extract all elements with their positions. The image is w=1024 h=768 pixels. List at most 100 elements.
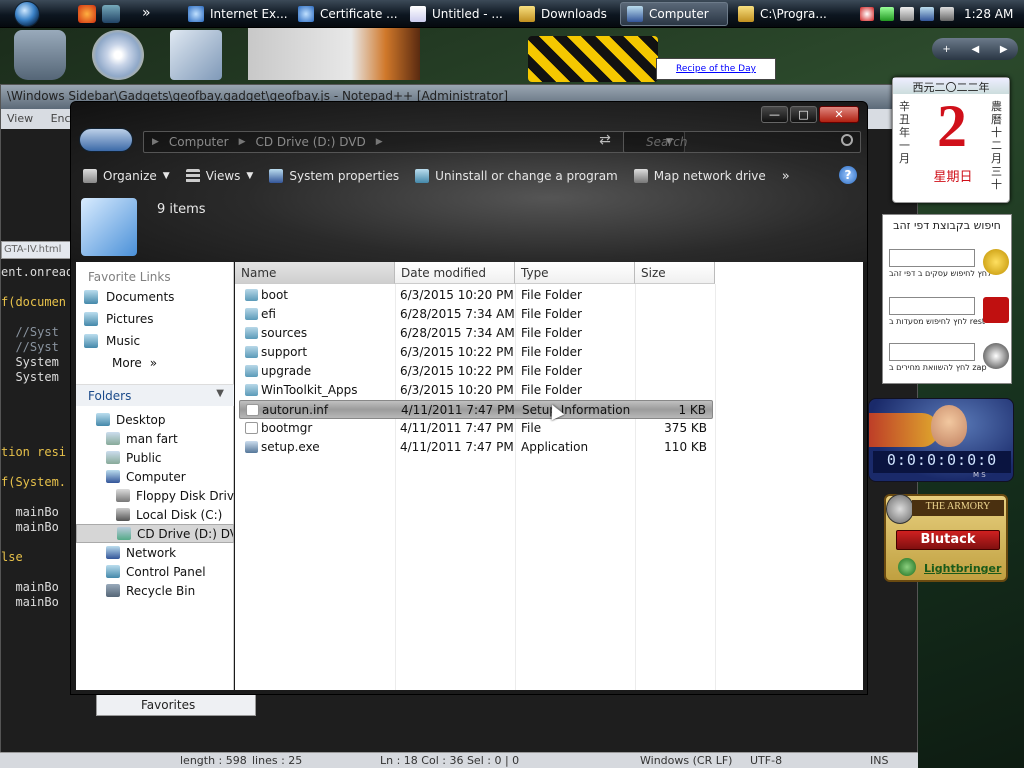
column-date-modified[interactable]: Date modified [395,262,515,284]
favorite-documents[interactable]: Documents [76,286,233,308]
favorite-music[interactable]: Music [76,330,233,352]
table-row[interactable]: boot 6/3/2015 10:20 PM File Folder [239,286,713,305]
minimize-button[interactable]: — [761,106,788,123]
task-computer[interactable]: Computer [620,2,728,26]
task-internet-explorer[interactable]: Internet Ex... [182,2,288,26]
tree-item-network[interactable]: Network [76,543,234,562]
code-line: //Syst [1,340,59,354]
tree-item-control-panel[interactable]: Control Panel [76,562,234,581]
table-row[interactable]: upgrade 6/3/2015 10:22 PM File Folder [239,362,713,381]
realm-link[interactable]: Lightbringer [924,562,1001,575]
task-label: Certificate ... [320,7,398,21]
column-type[interactable]: Type [515,262,635,284]
tree-item-cd-drive-d-dvd[interactable]: CD Drive (D:) DVD [76,524,234,543]
binoculars-icon[interactable] [983,343,1009,369]
breadcrumb-cd-drive[interactable]: CD Drive (D:) DVD [256,135,366,149]
recipe-link[interactable]: Recipe of the Day [676,64,756,74]
calendar-weekday: 星期日 [933,170,973,185]
table-row[interactable]: autorun.inf 4/11/2011 7:47 PM Setup Inform… [239,400,713,419]
folders-header[interactable]: Folders ▼ [76,384,234,406]
business-search-input[interactable] [889,249,975,267]
bluetooth-icon[interactable] [900,7,914,21]
table-row[interactable]: setup.exe 4/11/2011 7:47 PM Application 110… [239,438,713,457]
tree-item-computer[interactable]: Computer [76,467,234,486]
volume-icon[interactable] [940,7,954,21]
tree-item-public[interactable]: Public [76,448,234,467]
previous-icon[interactable]: ◀ [971,44,979,55]
breadcrumb-computer[interactable]: Computer [169,135,229,149]
task-certificate[interactable]: Certificate ... [292,2,400,26]
restaurant-icon[interactable] [983,297,1009,323]
uninstall-program-button[interactable]: Uninstall or change a program [415,169,618,183]
table-row[interactable]: support 6/3/2015 10:22 PM File Folder [239,343,713,362]
check-icon[interactable] [880,7,894,21]
map-network-drive-button[interactable]: Map network drive [633,169,766,183]
clock[interactable]: 1:28 AM [964,7,1013,21]
price-search-input[interactable] [889,343,975,361]
show-desktop-icon[interactable] [102,5,120,23]
tree-item-desktop[interactable]: Desktop [76,410,234,429]
task-downloads[interactable]: Downloads [513,2,617,26]
help-icon[interactable]: ? [839,166,857,184]
file-icon [246,404,259,416]
menu-view[interactable]: View [7,112,33,125]
recipe-gadget[interactable]: Recipe of the Day [656,58,776,80]
internet-explorer-icon [298,6,314,22]
add-gadget-icon[interactable]: + [942,44,950,55]
status-encoding: UTF-8 [750,754,783,767]
close-button[interactable]: ✕ [819,106,859,123]
next-icon[interactable]: ▶ [1000,44,1008,55]
maximize-button[interactable]: □ [790,106,817,123]
back-forward-buttons[interactable] [79,128,133,152]
menu-encoding[interactable]: Enc [51,112,71,125]
system-properties-button[interactable]: System properties [269,169,399,183]
tree-item-label: Control Panel [126,564,206,579]
toolbar-more[interactable]: » [782,169,790,184]
code-line: //Syst [1,325,59,339]
search-row-restaurants: לחץ לחיפוש מסעדות ב rest [889,297,1009,326]
table-row[interactable]: sources 6/28/2015 7:34 AM File Folder [239,324,713,343]
column-size[interactable]: Size [635,262,715,284]
recycle-bin-icon[interactable] [14,30,66,80]
favorite-pictures[interactable]: Pictures [76,308,233,330]
cell-date: 6/28/2015 7:34 AM [400,307,515,321]
tree-item-label: CD Drive (D:) DVD [137,526,233,541]
organize-button[interactable]: Organize ▼ [83,169,170,183]
cd-burner-icon[interactable] [92,30,144,80]
program-icon[interactable] [170,30,222,80]
table-row[interactable]: bootmgr 4/11/2011 7:47 PM File 375 KB [239,419,713,438]
notepad-tab[interactable]: GTA-IV.html [1,241,73,259]
golden-pages-icon[interactable] [983,249,1009,275]
views-icon [185,169,200,183]
tree-item-local-disk-c[interactable]: Local Disk (C:) [76,505,234,524]
folder-icon [245,384,258,396]
tree-item-man-fart[interactable]: man fart [76,429,234,448]
task-program-files[interactable]: C:\Progra... [732,2,844,26]
network-icon[interactable] [920,7,934,21]
quicklaunch-more[interactable]: » [142,5,151,21]
start-button[interactable] [4,0,50,28]
sidebar-controls: + ◀ ▶ [932,38,1018,60]
code-line: tion resi [1,445,67,459]
tree-item-recycle-bin[interactable]: Recycle Bin [76,581,234,600]
search-input[interactable]: Search [623,131,861,153]
views-button[interactable]: Views ▼ [185,169,253,183]
task-untitled[interactable]: Untitled - ... [404,2,510,26]
code-editor[interactable]: ent.onread f(documen //Syst //Syst System… [1,265,73,610]
tree-item-floppy-disk-drive[interactable]: Floppy Disk Drive [76,486,234,505]
favorites-panel[interactable]: Favorites [96,694,256,716]
table-row[interactable]: WinToolkit_Apps 6/3/2015 10:20 PM File Fol… [239,381,713,400]
cell-name: WinToolkit_Apps [261,383,358,397]
search-icon[interactable] [841,134,853,146]
restaurant-search-input[interactable] [889,297,975,315]
folders-label: Folders [88,389,132,403]
shield-alert-icon[interactable] [860,7,874,21]
favorites-more[interactable]: More » [76,352,233,374]
cell-date: 6/3/2015 10:20 PM [400,288,514,302]
firefox-icon[interactable] [78,5,96,23]
table-row[interactable]: efi 6/28/2015 7:34 AM File Folder [239,305,713,324]
refresh-icon[interactable]: ⇄ [595,132,615,152]
column-name[interactable]: Name [235,262,395,284]
